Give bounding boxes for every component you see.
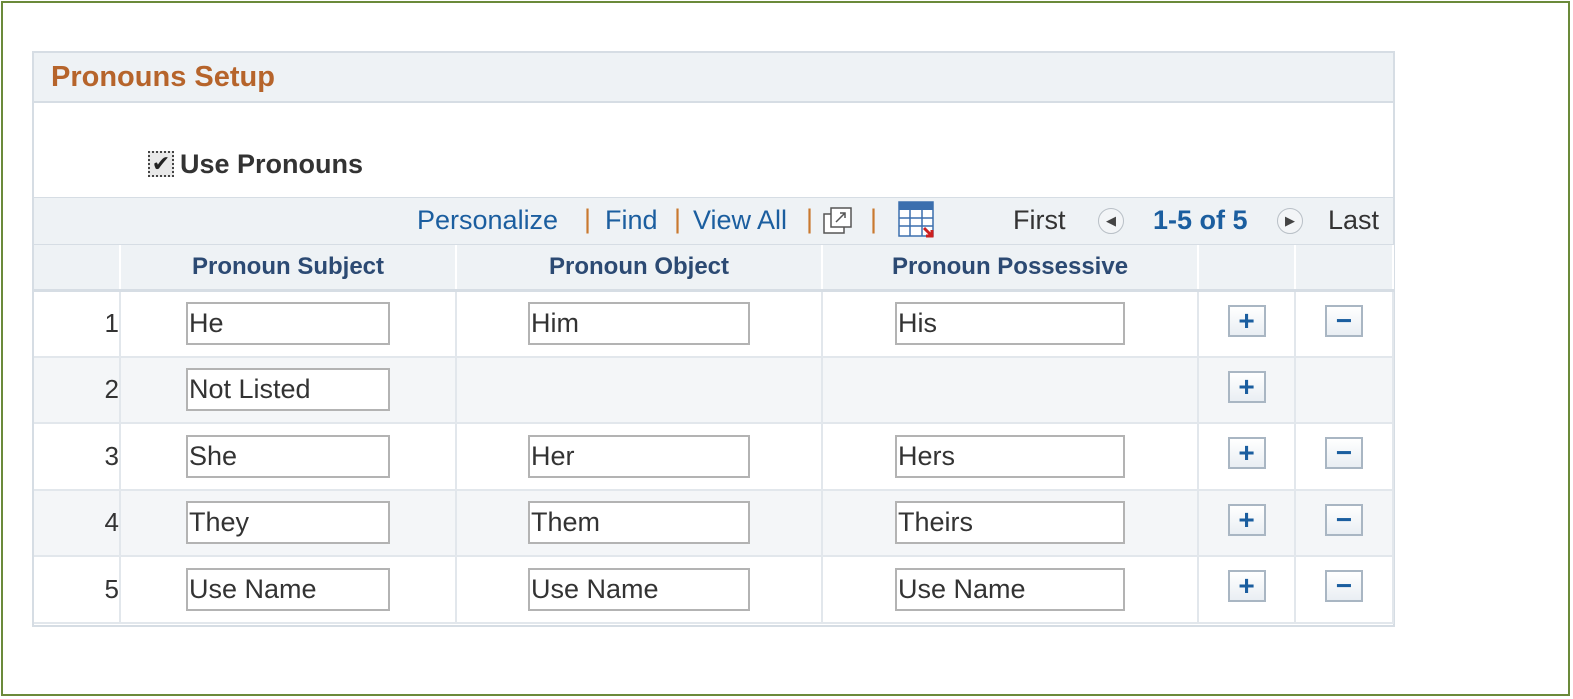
delete-row-button[interactable]: − xyxy=(1325,570,1363,603)
table-row: 2 + xyxy=(34,356,1394,424)
pronoun-subject-input[interactable] xyxy=(186,434,390,478)
subject-cell xyxy=(120,489,457,557)
possessive-cell xyxy=(822,489,1199,557)
object-cell xyxy=(456,290,823,358)
subject-cell xyxy=(120,356,457,424)
add-cell: + xyxy=(1198,290,1296,358)
row-number: 1 xyxy=(34,290,121,358)
add-cell: + xyxy=(1198,356,1296,424)
pronoun-object-input[interactable] xyxy=(528,567,750,611)
delete-row-button[interactable]: − xyxy=(1325,437,1363,470)
new-window-icon[interactable] xyxy=(823,207,853,235)
nav-separator: | xyxy=(674,204,682,234)
pronoun-object-input[interactable] xyxy=(528,434,750,478)
pronoun-subject-input[interactable] xyxy=(186,501,390,545)
object-cell xyxy=(456,356,823,424)
plus-icon: + xyxy=(1238,570,1255,602)
next-arrow-icon[interactable]: ▶ xyxy=(1277,208,1303,234)
subject-cell xyxy=(120,423,457,491)
row-number: 2 xyxy=(34,356,121,424)
add-row-button[interactable]: + xyxy=(1227,437,1266,470)
pronoun-possessive-input[interactable] xyxy=(895,567,1125,611)
personalize-link[interactable]: Personalize xyxy=(417,205,558,236)
pronoun-object-input[interactable] xyxy=(528,501,750,545)
table-row: 4 + − xyxy=(34,489,1394,557)
delete-row-button[interactable]: − xyxy=(1325,304,1363,337)
minus-icon: − xyxy=(1335,304,1353,336)
use-pronouns-checkbox[interactable]: ✔ xyxy=(148,151,174,177)
object-cell xyxy=(456,489,823,557)
pronoun-possessive-input[interactable] xyxy=(895,501,1125,545)
table-row: 5 + − xyxy=(34,556,1394,624)
page-frame: Pronouns Setup ✔ Use Pronouns Personaliz… xyxy=(1,1,1570,696)
pronoun-subject-input[interactable] xyxy=(186,567,390,611)
pronoun-possessive-input[interactable] xyxy=(895,434,1125,478)
nav-separator: | xyxy=(806,204,814,234)
add-row-button[interactable]: + xyxy=(1227,503,1266,536)
possessive-cell xyxy=(822,290,1199,358)
table-row: 3 + − xyxy=(34,423,1394,491)
plus-icon: + xyxy=(1238,304,1255,336)
find-link[interactable]: Find xyxy=(605,205,658,236)
column-header-subject[interactable]: Pronoun Subject xyxy=(120,245,457,292)
section-title: Pronouns Setup xyxy=(51,61,275,93)
checkmark-icon: ✔ xyxy=(151,151,171,176)
plus-icon: + xyxy=(1238,437,1255,469)
possessive-cell xyxy=(822,556,1199,624)
row-range: 1-5 of 5 xyxy=(1153,205,1248,235)
delete-cell: − xyxy=(1295,423,1394,491)
last-link[interactable]: Last xyxy=(1328,205,1379,236)
delete-cell: − xyxy=(1295,290,1394,358)
prev-arrow-icon[interactable]: ◀ xyxy=(1098,208,1124,234)
add-row-button[interactable]: + xyxy=(1227,570,1266,603)
delete-cell: − xyxy=(1295,489,1394,557)
pronoun-subject-input[interactable] xyxy=(186,302,390,345)
possessive-cell xyxy=(822,356,1199,424)
row-number: 3 xyxy=(34,423,121,491)
add-column-header xyxy=(1198,245,1296,292)
delete-row-button[interactable]: − xyxy=(1325,503,1363,536)
minus-icon: − xyxy=(1335,503,1353,535)
grid-navigation-bar: Personalize | Find | View All | | First … xyxy=(34,197,1393,245)
plus-icon: + xyxy=(1238,503,1255,535)
add-row-button[interactable]: + xyxy=(1227,304,1266,337)
object-cell xyxy=(456,556,823,624)
subject-cell xyxy=(120,556,457,624)
table-row: 1 + − xyxy=(34,290,1394,358)
delete-column-header xyxy=(1295,245,1394,292)
plus-icon: + xyxy=(1238,370,1255,402)
pronouns-setup-section: Pronouns Setup ✔ Use Pronouns Personaliz… xyxy=(32,51,1395,627)
column-header-object[interactable]: Pronoun Object xyxy=(456,245,823,292)
delete-cell xyxy=(1295,356,1394,424)
minus-icon: − xyxy=(1335,437,1353,469)
row-number: 5 xyxy=(34,556,121,624)
use-pronouns-label: Use Pronouns xyxy=(180,148,364,179)
add-row-button[interactable]: + xyxy=(1227,370,1266,403)
add-cell: + xyxy=(1198,556,1296,624)
row-number: 4 xyxy=(34,489,121,557)
pronoun-object-input[interactable] xyxy=(528,302,750,345)
object-cell xyxy=(456,423,823,491)
use-pronouns-row: ✔ Use Pronouns xyxy=(148,146,363,182)
add-cell: + xyxy=(1198,489,1296,557)
grid-header-row: Pronoun Subject Pronoun Object Pronoun P… xyxy=(34,245,1394,292)
section-header: Pronouns Setup xyxy=(34,53,1393,103)
possessive-cell xyxy=(822,423,1199,491)
column-header-possessive[interactable]: Pronoun Possessive xyxy=(822,245,1199,292)
nav-separator: | xyxy=(584,204,592,234)
first-link[interactable]: First xyxy=(1013,205,1065,236)
subject-cell xyxy=(120,290,457,358)
pronouns-grid: Pronoun Subject Pronoun Object Pronoun P… xyxy=(34,245,1394,624)
add-cell: + xyxy=(1198,423,1296,491)
nav-separator: | xyxy=(870,204,878,234)
minus-icon: − xyxy=(1335,570,1353,602)
pronoun-possessive-input[interactable] xyxy=(895,302,1125,345)
delete-cell: − xyxy=(1295,556,1394,624)
pronoun-subject-input[interactable] xyxy=(186,368,390,412)
download-grid-icon[interactable] xyxy=(898,200,936,240)
view-all-link[interactable]: View All xyxy=(693,205,787,236)
row-number-header xyxy=(34,245,121,292)
